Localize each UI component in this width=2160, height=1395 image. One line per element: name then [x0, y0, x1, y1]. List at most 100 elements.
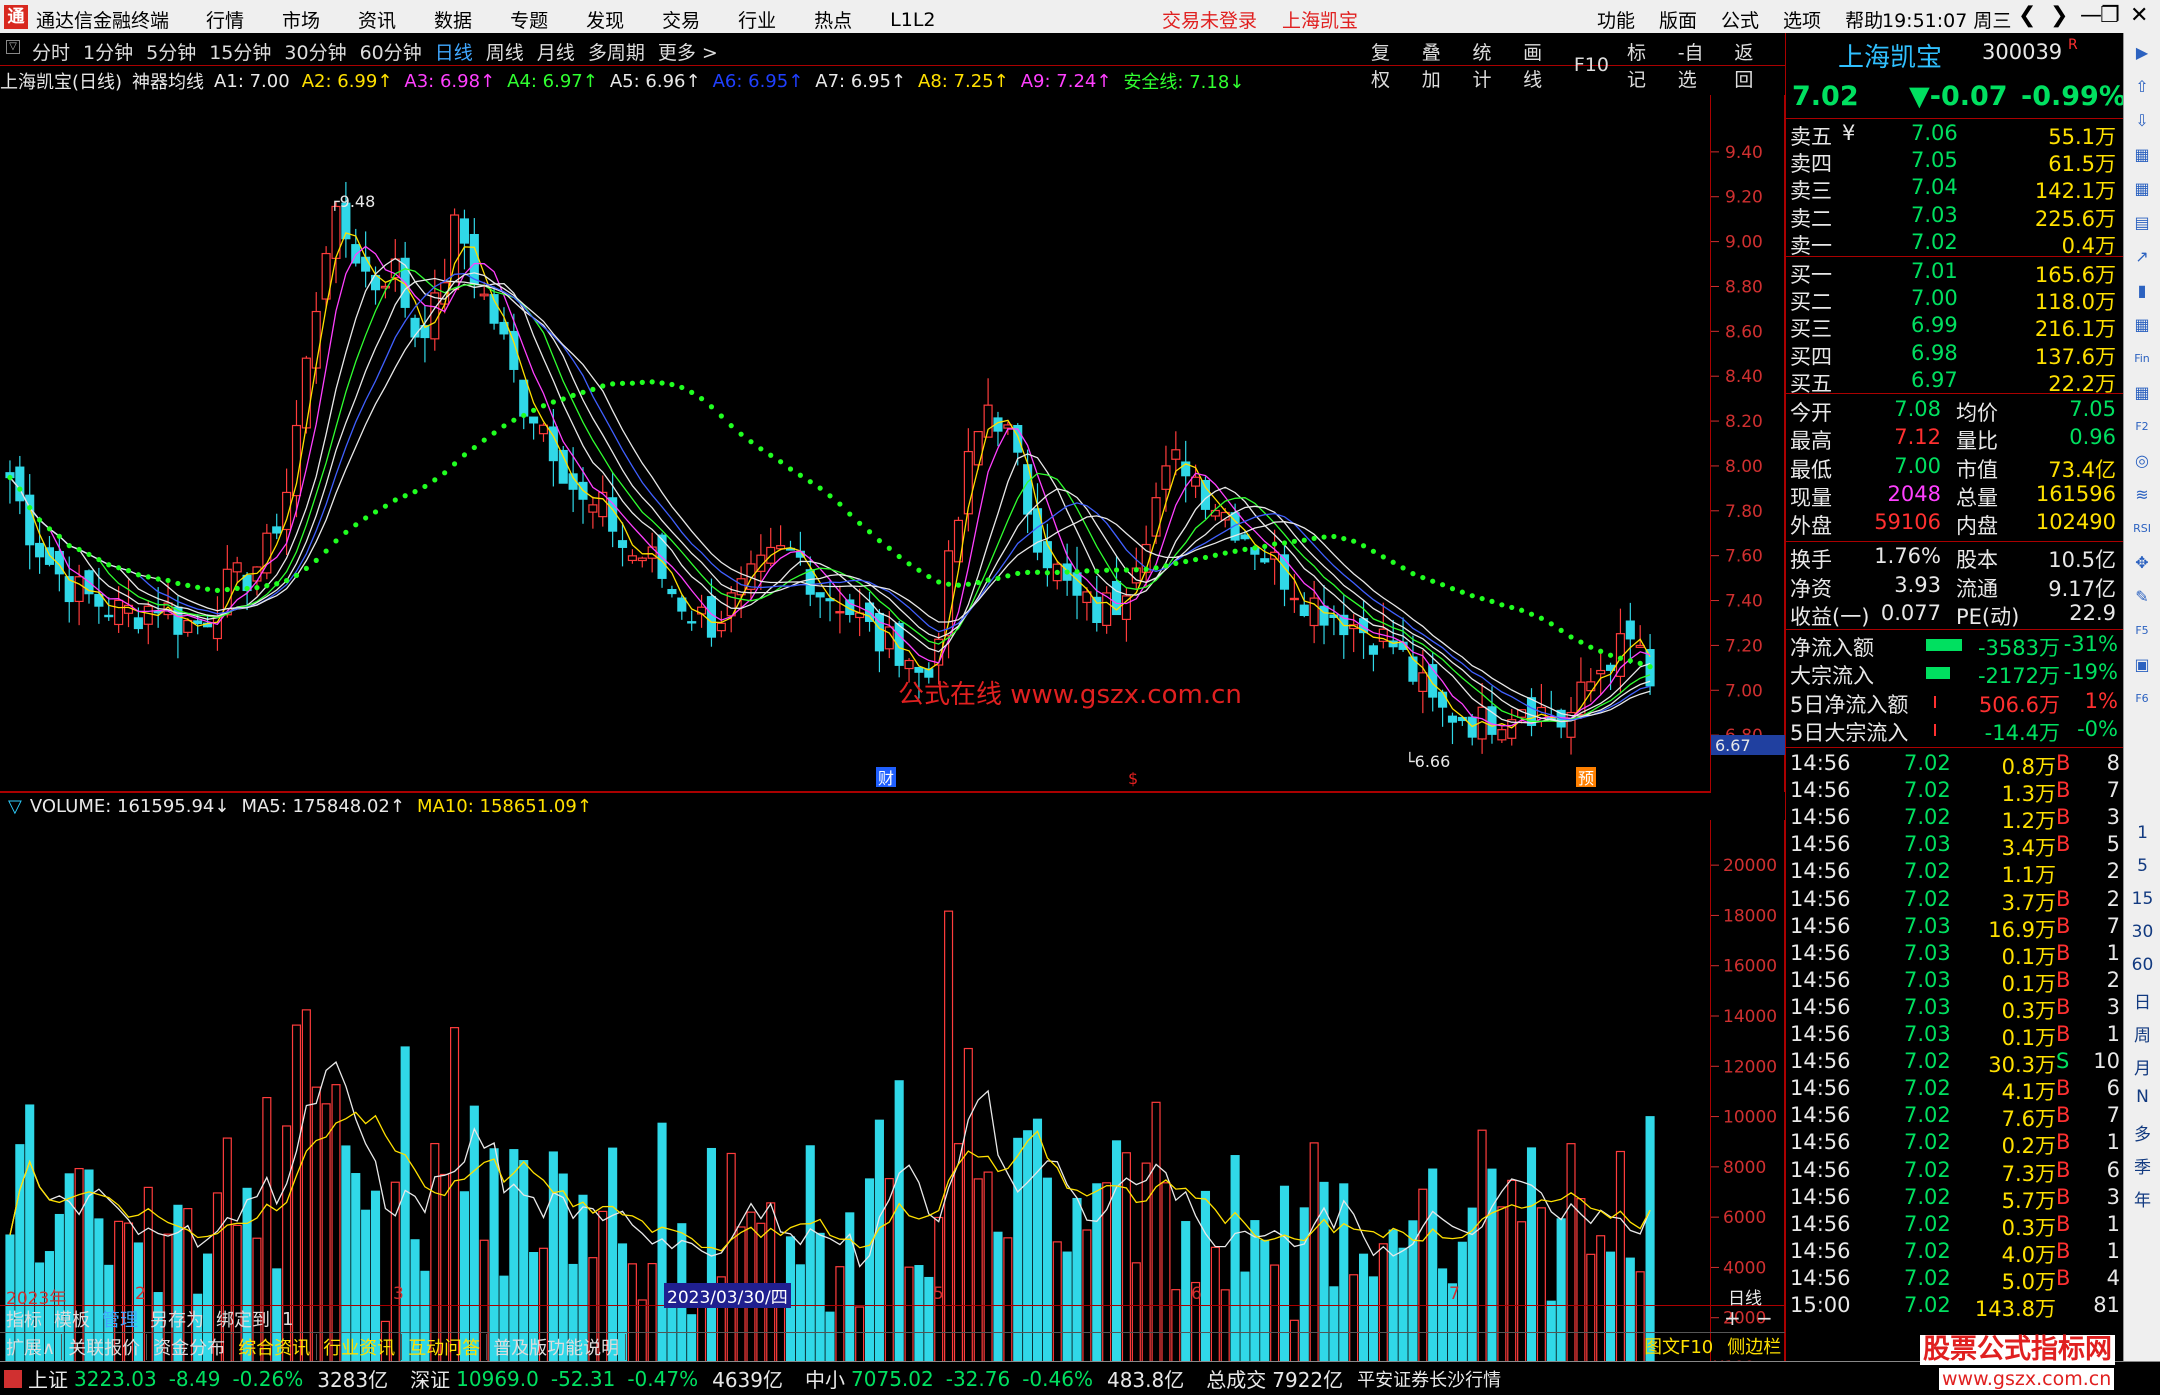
- price-panel[interactable]: ┌9.48 └6.66 公式在线 www.gszx.com.cn 财 $ 预: [0, 95, 1711, 792]
- zoom-out-button[interactable]: −: [1756, 1306, 1773, 1330]
- right-menu-item-0[interactable]: 功能: [1597, 6, 1635, 33]
- menu-item-6[interactable]: 交易: [662, 6, 700, 33]
- sidebar-period-6[interactable]: 周: [2124, 1021, 2160, 1046]
- index-name-0[interactable]: 上证: [28, 1364, 68, 1393]
- formula-tab-3[interactable]: 另存为: [144, 1306, 210, 1332]
- candle-body: [232, 562, 242, 573]
- collapse-chevron-icon[interactable]: ▽: [6, 40, 20, 54]
- bottom-tab-6[interactable]: 普及版功能说明: [487, 1334, 627, 1360]
- sidebar-tool-icon-13[interactable]: ≋: [2130, 483, 2154, 507]
- tab-timeframe-7[interactable]: 周线: [486, 38, 524, 65]
- sidebar-period-3[interactable]: 30: [2124, 922, 2160, 942]
- sidebar-period-9[interactable]: 多: [2124, 1120, 2160, 1145]
- tick-volume: 16.9万: [1988, 917, 2056, 942]
- close-button[interactable]: ✕: [2130, 3, 2148, 28]
- menu-item-2[interactable]: 资讯: [358, 6, 396, 33]
- tab-timeframe-9[interactable]: 多周期: [588, 38, 645, 65]
- bottom-tab-2[interactable]: 资金分布: [147, 1334, 233, 1360]
- safety-line-dot: [1222, 550, 1228, 556]
- tab-timeframe-2[interactable]: 5分钟: [146, 38, 196, 65]
- safety-line-dot: [1509, 604, 1515, 611]
- menu-item-8[interactable]: 热点: [814, 6, 852, 33]
- right-menu-item-3[interactable]: 选项: [1783, 6, 1821, 33]
- tab-timeframe-0[interactable]: 分时: [32, 38, 70, 65]
- sidebar-period-4[interactable]: 60: [2124, 955, 2160, 975]
- tab-timeframe-4[interactable]: 30分钟: [284, 38, 346, 65]
- sidebar-tool-icon-7[interactable]: ▮: [2130, 279, 2154, 303]
- indicator-name[interactable]: 神器均线: [132, 68, 204, 94]
- tab-timeframe-5[interactable]: 60分钟: [360, 38, 422, 65]
- tab-timeframe-1[interactable]: 1分钟: [83, 38, 133, 65]
- ask-price: 7.03: [1911, 202, 1958, 227]
- menu-item-7[interactable]: 行业: [738, 6, 776, 33]
- safety-line-dot: [1449, 586, 1456, 592]
- index-name-2[interactable]: 中小: [805, 1364, 845, 1393]
- bottom-tab-0[interactable]: 扩展∧: [0, 1334, 63, 1360]
- sidebar-tool-icon-12[interactable]: ◎: [2130, 449, 2154, 473]
- sidebar-tool-icon-18[interactable]: ▣: [2130, 653, 2154, 677]
- safety-line-dot: [125, 568, 132, 574]
- menu-item-9[interactable]: L1L2: [890, 9, 935, 31]
- sidebar-tool-icon-11[interactable]: F2: [2130, 415, 2154, 439]
- bottom-tab-1[interactable]: 关联报价: [62, 1334, 148, 1360]
- forward-button[interactable]: ❯: [2050, 3, 2068, 28]
- quote-price-row: 7.02 ▼-0.07 -0.99%: [1786, 81, 2126, 112]
- back-button[interactable]: ❮: [2018, 3, 2036, 28]
- index-name-1[interactable]: 深证: [410, 1364, 450, 1393]
- formula-tab-0[interactable]: 指标: [0, 1306, 48, 1332]
- tab-timeframe-8[interactable]: 月线: [537, 38, 575, 65]
- status-menu-icon[interactable]: [4, 1369, 22, 1388]
- sidebar-tool-icon-10[interactable]: ▦: [2130, 381, 2154, 405]
- sidebar-tool-icon-2[interactable]: ⇩: [2130, 109, 2154, 133]
- right-menu-item-2[interactable]: 公式: [1721, 6, 1759, 33]
- bottom-tab-5[interactable]: 互动问答: [402, 1334, 488, 1360]
- sidebar-tool-icon-0[interactable]: ▶: [2130, 41, 2154, 65]
- bottom-right-tab-0[interactable]: 图文F10: [1637, 1333, 1720, 1359]
- formula-tab-2[interactable]: 管理: [96, 1306, 144, 1332]
- menu-item-4[interactable]: 专题: [510, 6, 548, 33]
- tab-timeframe-6[interactable]: 日线: [435, 38, 473, 65]
- sidebar-period-11[interactable]: 年: [2124, 1186, 2160, 1211]
- sidebar-tool-icon-1[interactable]: ⇧: [2130, 75, 2154, 99]
- minimize-button[interactable]: —: [2080, 3, 2102, 28]
- bottom-tab-3[interactable]: 综合资讯: [232, 1334, 318, 1360]
- formula-tab-4[interactable]: 绑定到: [210, 1306, 276, 1332]
- tab-timeframe-3[interactable]: 15分钟: [209, 38, 271, 65]
- sidebar-tool-icon-19[interactable]: F6: [2130, 687, 2154, 711]
- sidebar-period-0[interactable]: 1: [2124, 823, 2160, 843]
- right-menu-item-1[interactable]: 版面: [1659, 6, 1697, 33]
- sidebar-tool-icon-17[interactable]: F5: [2130, 619, 2154, 643]
- sidebar-period-2[interactable]: 15: [2124, 889, 2160, 909]
- sidebar-tool-icon-4[interactable]: ▦: [2130, 177, 2154, 201]
- sidebar-tool-icon-6[interactable]: ↗: [2130, 245, 2154, 269]
- sidebar-period-8[interactable]: N: [2124, 1087, 2160, 1107]
- sidebar-tool-icon-5[interactable]: ▤: [2130, 211, 2154, 235]
- bottom-tab-4[interactable]: 行业资讯: [317, 1334, 403, 1360]
- sidebar-tool-icon-8[interactable]: ▦: [2130, 313, 2154, 337]
- sidebar-period-1[interactable]: 5: [2124, 856, 2160, 876]
- menu-item-5[interactable]: 发现: [586, 6, 624, 33]
- volume-tick: 14000: [1723, 1007, 1777, 1027]
- trade-login-status[interactable]: 交易未登录: [1162, 6, 1257, 33]
- sidebar-tool-icon-15[interactable]: ✥: [2130, 551, 2154, 575]
- menu-item-3[interactable]: 数据: [434, 6, 472, 33]
- formula-tab-1[interactable]: 模板: [48, 1306, 96, 1332]
- broker-label[interactable]: 平安证券长沙行情: [1357, 1366, 1501, 1392]
- tab-timeframe-10[interactable]: 更多 >: [658, 38, 718, 65]
- menu-item-1[interactable]: 市场: [282, 6, 320, 33]
- right-menu-item-4[interactable]: 帮助: [1845, 6, 1883, 33]
- zoom-in-button[interactable]: +: [1724, 1306, 1741, 1330]
- maximize-button[interactable]: ❐: [2100, 3, 2120, 28]
- tool-button-7[interactable]: 返回: [1734, 38, 1767, 92]
- safety-line-dot: [1637, 660, 1643, 666]
- sidebar-period-7[interactable]: 月: [2124, 1054, 2160, 1079]
- sidebar-period-10[interactable]: 季: [2124, 1153, 2160, 1178]
- sidebar-period-5[interactable]: 日: [2124, 988, 2160, 1013]
- sidebar-tool-icon-16[interactable]: ✎: [2130, 585, 2154, 609]
- menu-item-0[interactable]: 行情: [206, 6, 244, 33]
- volume-chevron-icon[interactable]: ▽: [8, 796, 22, 817]
- formula-tab-5[interactable]: 1: [276, 1309, 299, 1330]
- sidebar-tool-icon-9[interactable]: Fin: [2130, 347, 2154, 371]
- sidebar-tool-icon-3[interactable]: ▦: [2130, 143, 2154, 167]
- sidebar-tool-icon-14[interactable]: RSI: [2130, 517, 2154, 541]
